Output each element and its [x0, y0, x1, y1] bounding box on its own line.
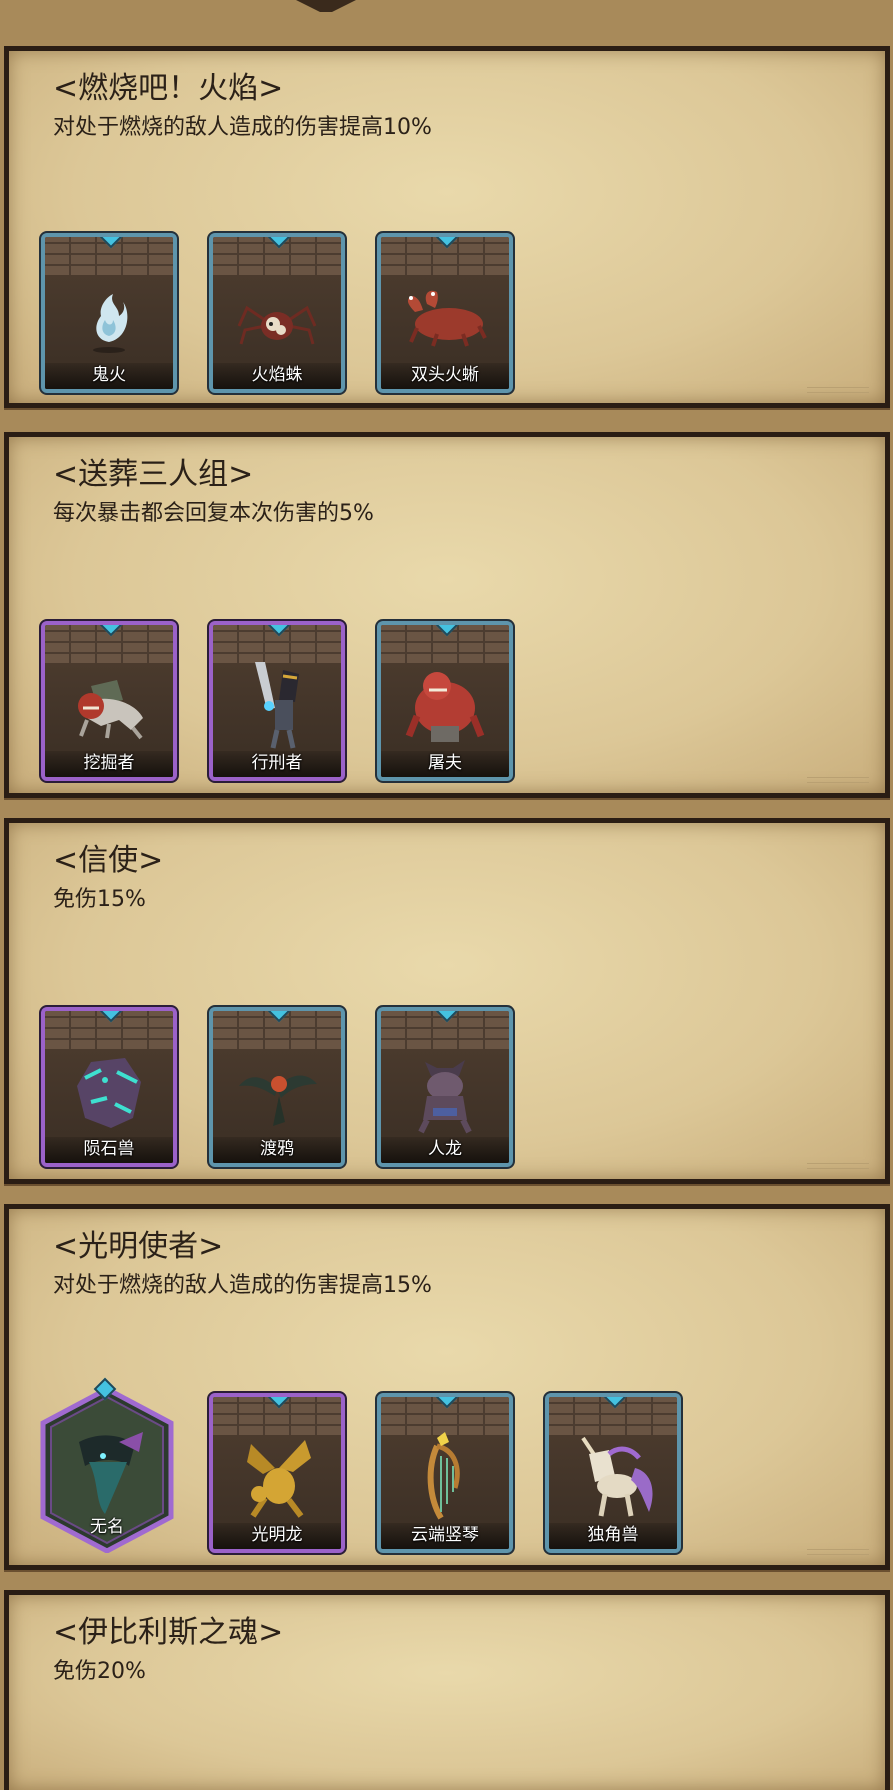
- unit-card-executioner[interactable]: 行刑者: [209, 621, 345, 781]
- set-title: <送葬三人组>: [53, 457, 254, 492]
- unit-card-digger[interactable]: 挖掘者: [41, 621, 177, 781]
- dragonman-icon: [418, 1060, 472, 1134]
- set-description: 对处于燃烧的敌人造成的伤害提高15%: [53, 1273, 432, 1298]
- unit-name: 陨石兽: [83, 1139, 135, 1159]
- light-dragon-icon: [247, 1440, 311, 1518]
- unit-card-two-headed-salamander[interactable]: 双头火蜥: [377, 233, 513, 393]
- set-title: <信使>: [53, 843, 164, 878]
- unit-name: 行刑者: [251, 753, 303, 773]
- set-panel-funeral-trio: <送葬三人组> 每次暴击都会回复本次伤害的5% 挖掘者 行刑者 屠夫: [4, 432, 890, 798]
- divider: [807, 1549, 869, 1555]
- set-title: <伊比利斯之魂>: [53, 1615, 284, 1650]
- set-panel-iblis-soul: <伊比利斯之魂> 免伤20%: [4, 1590, 890, 1790]
- set-description: 免伤20%: [53, 1659, 146, 1684]
- two-headed-salamander-icon: [407, 290, 487, 347]
- executioner-icon: [255, 662, 299, 749]
- ghost-fire-icon: [93, 294, 128, 354]
- unit-card-cloud-harp[interactable]: 云端竖琴: [377, 1393, 513, 1553]
- unit-card-dragonman[interactable]: 人龙: [377, 1007, 513, 1167]
- set-description: 每次暴击都会回复本次伤害的5%: [53, 501, 374, 526]
- butcher-icon: [405, 672, 485, 743]
- cloud-harp-icon: [427, 1432, 460, 1520]
- unit-name: 光明龙: [251, 1525, 303, 1545]
- unit-card-ghost-fire[interactable]: 鬼火: [41, 233, 177, 393]
- set-title: <燃烧吧！火焰>: [53, 71, 284, 106]
- unit-card-meteor-beast[interactable]: 陨石兽: [41, 1007, 177, 1167]
- header-notch: [296, 0, 356, 12]
- raven-icon: [239, 1075, 317, 1127]
- nameless-icon: [79, 1432, 143, 1515]
- unit-name: 渡鸦: [260, 1139, 294, 1159]
- set-title: <光明使者>: [53, 1229, 224, 1264]
- unit-card-light-dragon[interactable]: 光明龙: [209, 1393, 345, 1553]
- set-description: 免伤15%: [53, 887, 146, 912]
- unit-card-fire-spider[interactable]: 火焰蛛: [209, 233, 345, 393]
- set-panel-light-bringer: <光明使者> 对处于燃烧的敌人造成的伤害提高15% 无名 光明龙 云端竖琴 独角…: [4, 1204, 890, 1570]
- unit-name: 独角兽: [587, 1525, 639, 1545]
- unit-name: 云端竖琴: [411, 1525, 479, 1545]
- set-panel-messenger: <信使> 免伤15% 陨石兽 渡鸦 人龙: [4, 818, 890, 1184]
- unit-name: 挖掘者: [83, 753, 135, 773]
- unit-card-nameless[interactable]: 无名: [39, 1377, 175, 1553]
- digger-icon: [78, 680, 143, 740]
- divider: [807, 387, 869, 393]
- unit-name: 鬼火: [92, 365, 126, 385]
- unit-card-butcher[interactable]: 屠夫: [377, 621, 513, 781]
- divider: [807, 1163, 869, 1169]
- unit-name: 人龙: [428, 1139, 462, 1159]
- unit-card-raven[interactable]: 渡鸦: [209, 1007, 345, 1167]
- unit-name: 双头火蜥: [411, 365, 479, 385]
- unit-card-unicorn[interactable]: 独角兽: [545, 1393, 681, 1553]
- unit-name: 火焰蛛: [251, 365, 303, 385]
- divider: [807, 777, 869, 783]
- set-panel-burn-fire: <燃烧吧！火焰> 对处于燃烧的敌人造成的伤害提高10% 鬼火 火焰蛛 双头火蜥: [4, 46, 890, 408]
- unit-name: 无名: [90, 1517, 124, 1537]
- set-description: 对处于燃烧的敌人造成的伤害提高10%: [53, 115, 432, 140]
- unit-name: 屠夫: [428, 753, 462, 773]
- fire-spider-icon: [237, 305, 317, 345]
- unicorn-icon: [581, 1436, 653, 1517]
- meteor-beast-icon: [77, 1058, 141, 1129]
